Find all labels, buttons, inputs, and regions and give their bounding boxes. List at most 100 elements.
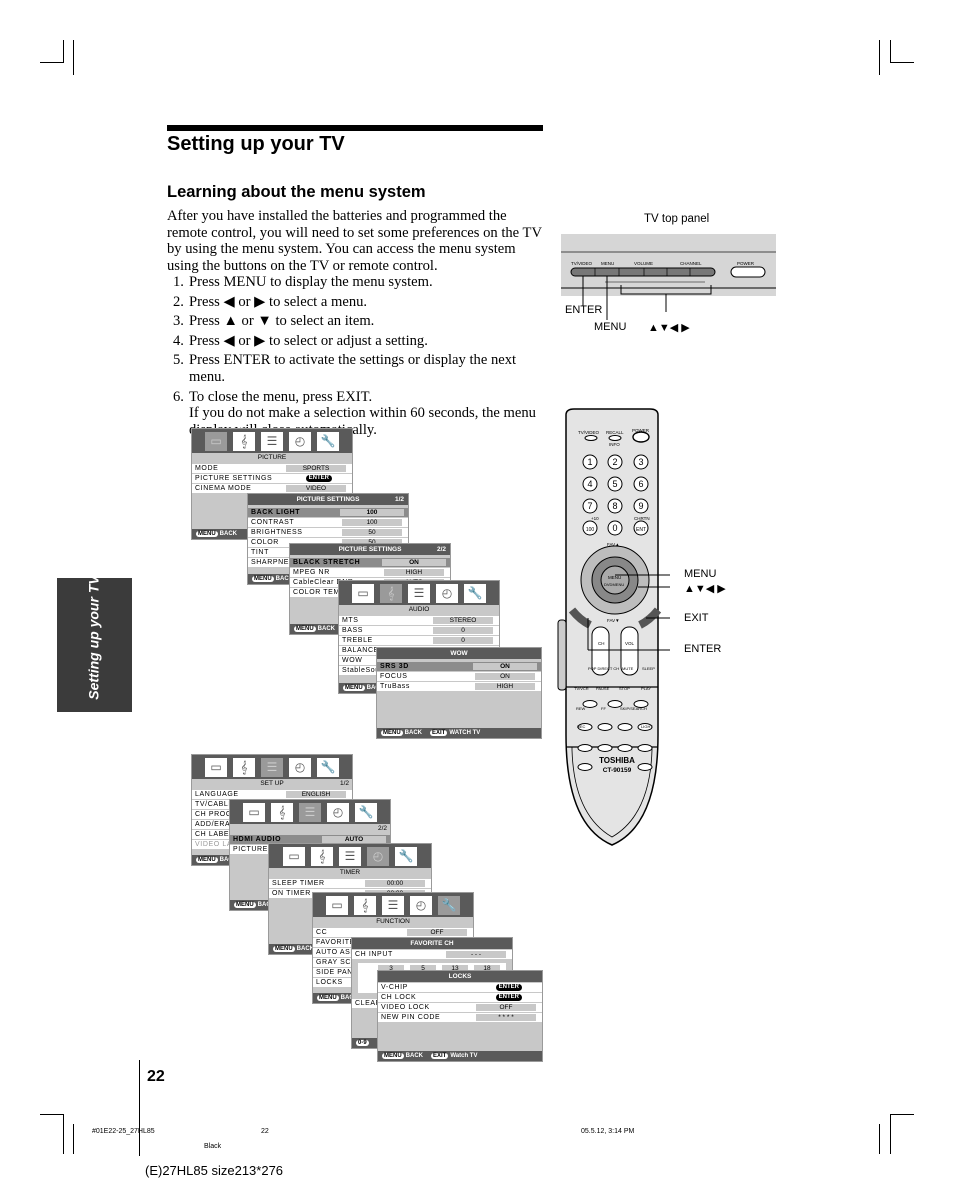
menu-item-value: 00:00 (365, 880, 425, 887)
menu-item-value: ON (382, 559, 446, 566)
menu-item-label: COLOR (251, 539, 279, 546)
menu-item[interactable]: FOCUS ON (377, 672, 541, 681)
menu-title-text: FUNCTION (376, 918, 410, 925)
menu-item[interactable]: CONTRAST 100 (248, 518, 408, 527)
menu-item-label: BLACK STRETCH (293, 559, 361, 566)
menu-item-label: CINEMA MODE (195, 485, 252, 492)
tv-panel-label: TV/VIDEO (571, 261, 593, 266)
menu-item[interactable]: MPEG NR HIGH (290, 568, 450, 577)
menu-tab-icon: ▭ (352, 583, 374, 603)
menu-tab-icon: ☰ (261, 431, 283, 451)
menu-tab-icon: ◴ (289, 431, 311, 451)
menu-page: 1/2 (394, 496, 404, 503)
menu-item[interactable]: BASS 0 (339, 626, 499, 635)
menu-item[interactable]: CC OFF (313, 928, 473, 937)
menu-tab-icon: ☰ (339, 846, 361, 866)
print-color: Black (204, 1143, 222, 1150)
steps-list: 1. Press MENU to display the menu system.… (167, 274, 545, 441)
remote-label: PAUSE (596, 686, 610, 691)
menu-item[interactable]: CH LOCK ENTER (378, 993, 542, 1002)
menu-item[interactable]: PICTURE SETTINGS ENTER (192, 474, 352, 483)
menu-item[interactable]: TruBass HIGH (377, 682, 541, 691)
tv-panel-label: MENU (601, 261, 615, 266)
remote-label: CH (598, 641, 605, 646)
step-text: To close the menu, press EXIT. (189, 388, 373, 405)
menu-item[interactable]: CH INPUT - - - (352, 950, 512, 959)
print-file: #01E22-25_27HL85 (92, 1128, 155, 1135)
menu-item[interactable]: BLACK STRETCH ON (290, 558, 450, 567)
key-badge: EXIT (430, 730, 448, 736)
remote-label: TV/VCR (574, 686, 589, 691)
key-badge: MENU (252, 576, 274, 582)
print-date: 05.5.12, 3:14 PM (581, 1128, 635, 1135)
menu-item-label: MODE (195, 465, 219, 472)
menu-item[interactable]: MTS STEREO (339, 616, 499, 625)
menu-item-value: ON (473, 663, 537, 670)
menu-item-label: ON TIMER (272, 890, 311, 897)
menu-icon-bar: ▭ 𝄞 ☰ ◴ 🔧 (269, 844, 431, 868)
margin-line (139, 1060, 140, 1156)
menu-item-value: ENGLISH (286, 791, 346, 798)
menu-tab-icon: 𝄞 (311, 846, 333, 866)
menu-item[interactable]: V-CHIP ENTER (378, 983, 542, 992)
remote-label: MUTE (622, 666, 634, 671)
menu-item-label: MPEG NR (293, 569, 330, 576)
remote-label: SKIP/SEARCH (620, 706, 647, 711)
remote-label: TV/VIDEO (578, 430, 600, 435)
menu-item[interactable]: VIDEO LOCK OFF (378, 1003, 542, 1012)
menu-item[interactable]: BRIGHTNESS 50 (248, 528, 408, 537)
menu-tab-icon: 𝄞 (233, 431, 255, 451)
menu-item-label: BRIGHTNESS (251, 529, 303, 536)
menu-title: SET UP 1/2 (192, 779, 352, 789)
menu-title: AUDIO (339, 605, 499, 615)
callout-enter-remote: ENTER (684, 643, 722, 655)
page-number: 22 (147, 1068, 165, 1085)
menu-title: PICTURE (192, 453, 352, 463)
menu-item[interactable]: SRS 3D ON (377, 662, 541, 671)
intro-paragraph: After you have installed the batteries a… (167, 208, 542, 274)
enter-badge: ENTER (495, 994, 522, 1001)
menu-item-value: 100 (340, 509, 404, 516)
menu-item-label: BASS (342, 627, 364, 634)
step-number: 3. (173, 313, 184, 330)
menu-item-value: SPORTS (286, 465, 346, 472)
section-title: Learning about the menu system (167, 183, 426, 201)
remote-digit-label: ENT (636, 527, 646, 533)
menu-item-label: BACK LIGHT (251, 509, 301, 516)
step-item: 3. Press ▲ or ▼ to select an item. (167, 313, 545, 330)
menu-item[interactable]: NEW PIN CODE * * * * (378, 1013, 542, 1022)
side-tab: Setting up your TV (57, 575, 132, 712)
menu-item[interactable]: CINEMA MODE VIDEO (192, 484, 352, 493)
menu-tab-icon: ▭ (326, 895, 348, 915)
menu-item[interactable]: TREBLE 0 (339, 636, 499, 645)
menu-tab-icon: ◴ (410, 895, 432, 915)
remote-brand: TOSHIBA (599, 756, 635, 765)
remote-label: RECALL (606, 430, 624, 435)
remote-digit-label: 8 (612, 501, 617, 511)
menu-item[interactable]: LANGUAGE ENGLISH (192, 790, 352, 799)
remote-label: VOL (625, 641, 635, 646)
menu-item-label: TruBass (380, 683, 411, 690)
menu-item-label: V-CHIP (381, 984, 408, 991)
menu-item-label: CC (316, 929, 328, 936)
menu-title: FUNCTION (313, 917, 473, 927)
menu-item-label: MTS (342, 617, 359, 624)
key-action: BACK (317, 626, 336, 632)
menu-item-value: HIGH (475, 683, 535, 690)
menu-tab-icon: 🔧 (317, 431, 339, 451)
menu-item[interactable]: SLEEP TIMER 00:00 (269, 879, 431, 888)
key-action: BACK (405, 1053, 424, 1059)
crop-mark (879, 40, 880, 75)
menu-item[interactable]: BACK LIGHT 100 (248, 508, 408, 517)
callout-arrows: ▲▼◀ ▶ (648, 322, 690, 334)
menu-tab-icon: ◴ (367, 846, 389, 866)
menu-item[interactable]: MODE SPORTS (192, 464, 352, 473)
tv-panel-caption: TV top panel (644, 213, 710, 225)
tv-panel-label: VOLUME (634, 261, 654, 266)
menu-item-value: VIDEO (286, 485, 346, 492)
key-action: WATCH TV (449, 730, 481, 736)
menu-footer: MENU BACK EXIT Watch TV (378, 1051, 542, 1061)
menu-item-value: * * * * (476, 1014, 536, 1021)
tv-panel-label: CHANNEL (680, 261, 702, 266)
remote-label: REW (576, 706, 586, 711)
